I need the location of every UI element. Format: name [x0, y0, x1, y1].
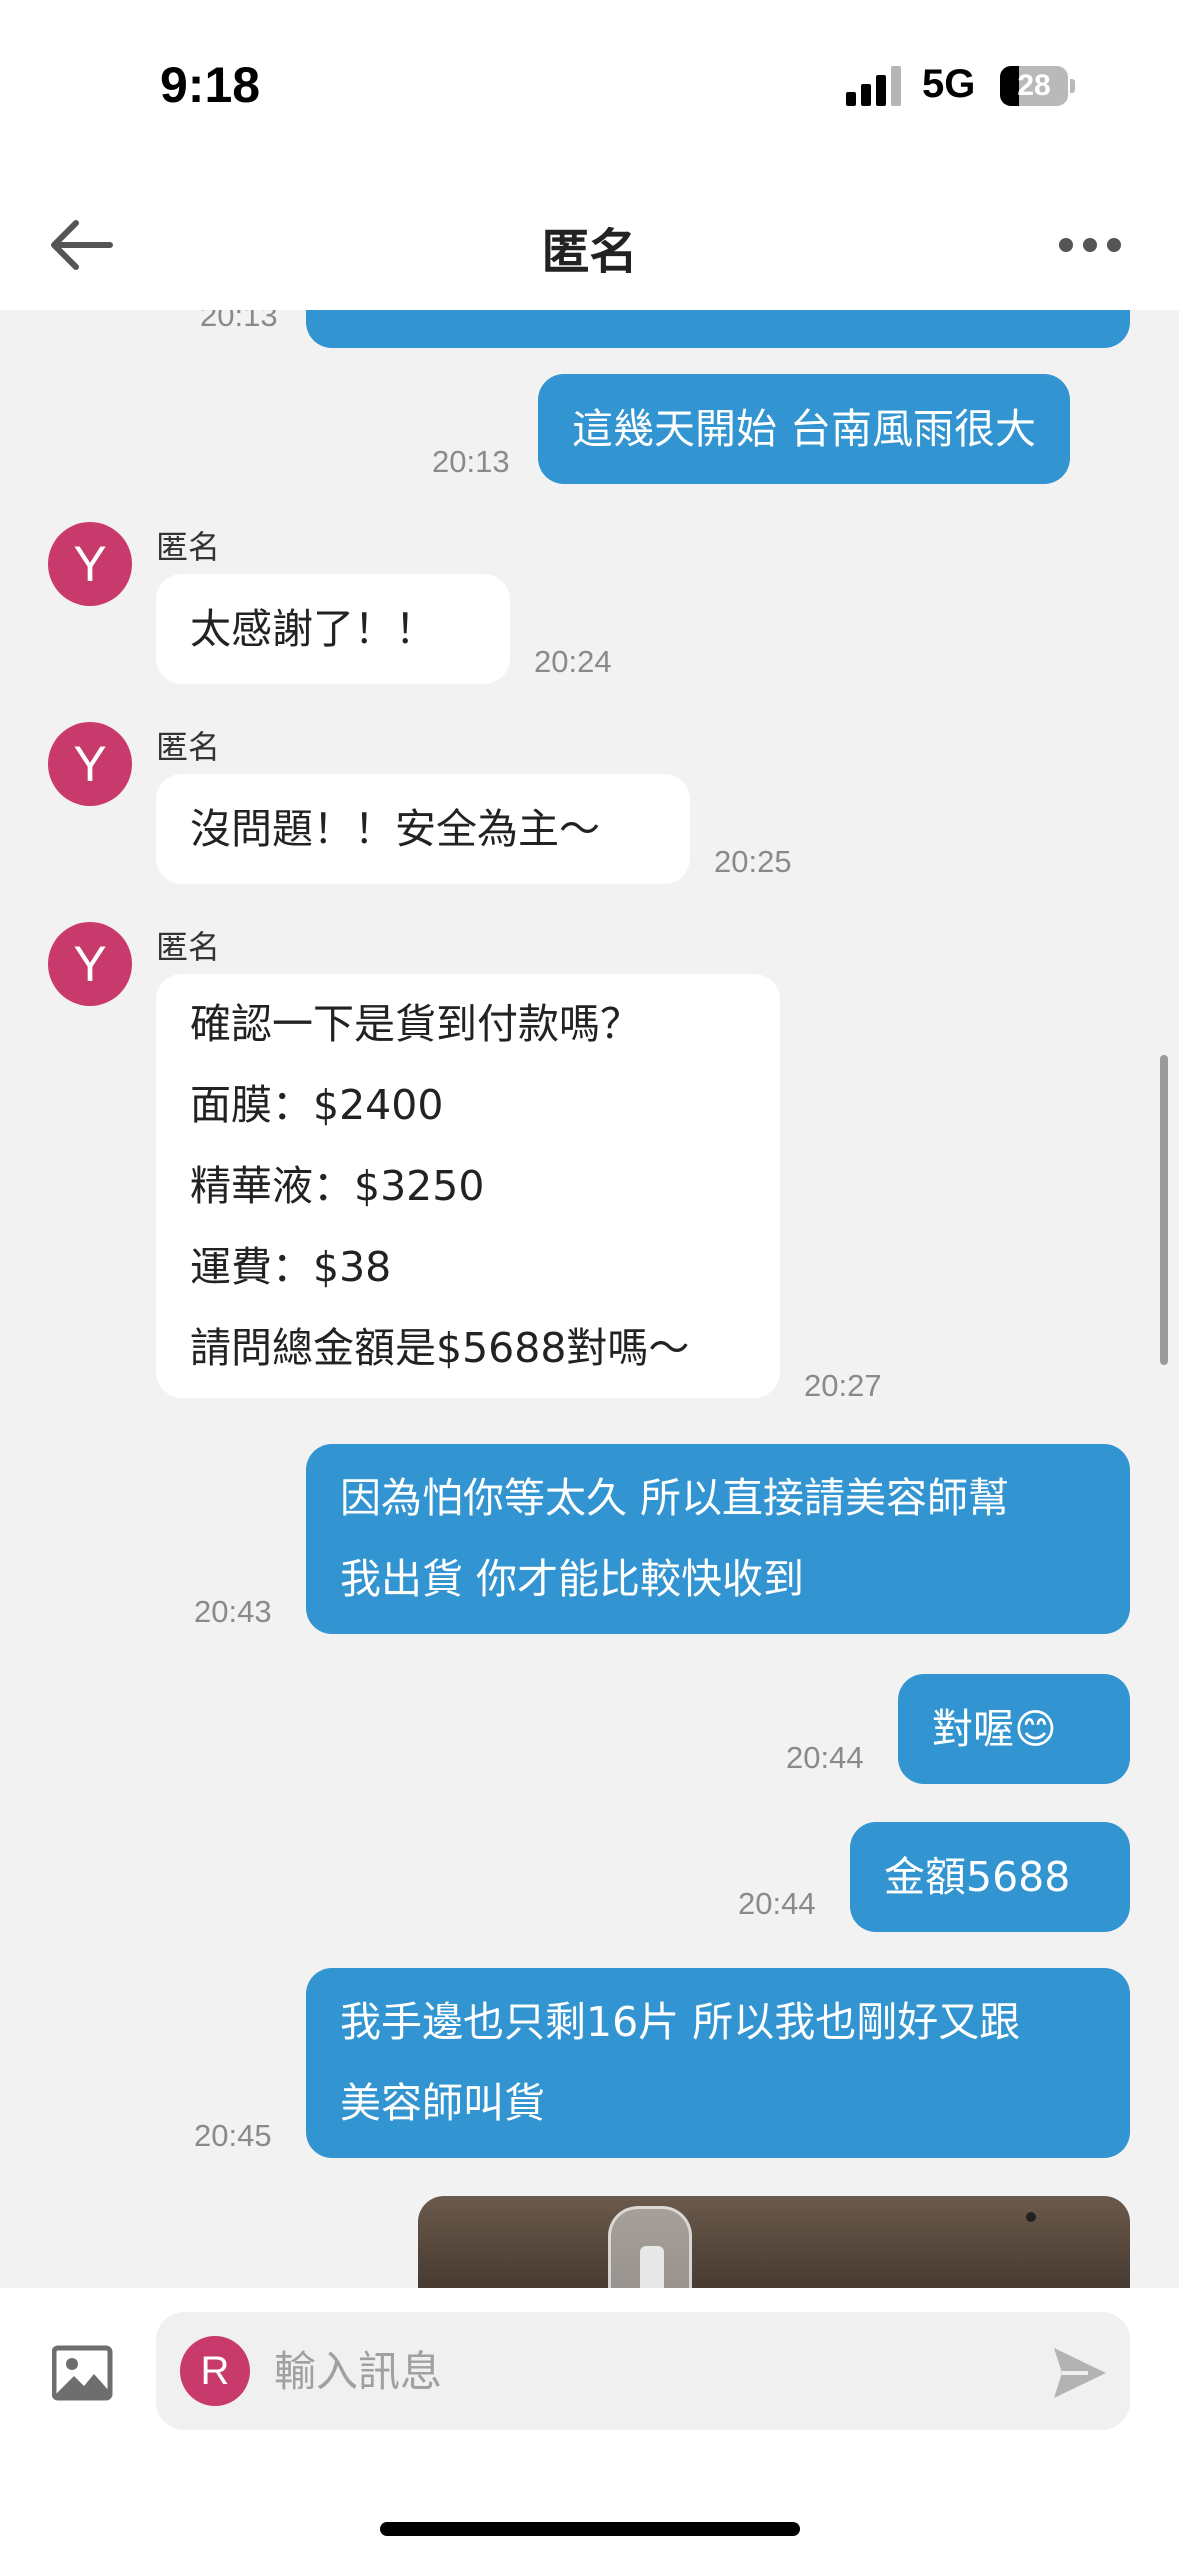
- avatar[interactable]: Y: [48, 722, 132, 806]
- message-time: 20:27: [804, 1368, 882, 1403]
- image-icon: [51, 2345, 113, 2401]
- status-time: 9:18: [160, 57, 261, 113]
- home-indicator: [380, 2522, 800, 2536]
- sender-name: 匿名: [156, 728, 221, 766]
- message-bubble-incoming: 確認一下是貨到付款嗎？ 面膜：$2400 精華液：$3250 運費：$38 請問…: [156, 974, 780, 1398]
- message-bubble-outgoing: 因為怕你等太久 所以直接請美容師幫 我出貨 你才能比較快收到: [306, 1444, 1130, 1634]
- message-time: 20:44: [786, 1740, 864, 1775]
- message-bubble-outgoing: 金額5688: [850, 1822, 1130, 1932]
- network-type: 5G: [922, 62, 976, 106]
- user-avatar[interactable]: R: [180, 2336, 250, 2406]
- message-input[interactable]: [272, 2336, 972, 2406]
- message-bubble-incoming: 沒問題！！安全為主～: [156, 774, 690, 884]
- image-button[interactable]: [51, 2342, 114, 2404]
- message-bubble-outgoing: 這幾天開始 台南風雨很大: [538, 374, 1071, 484]
- message-time: 20:25: [714, 844, 792, 879]
- send-button[interactable]: [1048, 2342, 1110, 2404]
- signal-icon: [846, 66, 901, 106]
- chat-title: 匿名: [541, 224, 638, 280]
- message-bubble-outgoing: 對喔😊: [898, 1674, 1130, 1784]
- message-time: 20:43: [194, 1594, 272, 1629]
- battery-level: 28: [1017, 69, 1051, 102]
- avatar[interactable]: Y: [48, 522, 132, 606]
- image-message[interactable]: [418, 2196, 1130, 2288]
- more-horizontal-icon: [1059, 238, 1121, 252]
- message-time: 20:44: [738, 1886, 816, 1921]
- scrollbar[interactable]: [1160, 1055, 1168, 1365]
- message-time: 20:45: [194, 2118, 272, 2153]
- send-icon: [1054, 2348, 1106, 2398]
- nav-bar: 匿名: [0, 180, 1179, 310]
- message-bubble-incoming: 太感謝了！！: [156, 574, 510, 684]
- more-button[interactable]: [1050, 220, 1130, 270]
- message-bubble-outgoing: 我手邊也只剩16片 所以我也剛好又跟 美容師叫貨: [306, 1968, 1130, 2158]
- sender-name: 匿名: [156, 928, 221, 966]
- message-bubble-outgoing: [306, 310, 1130, 348]
- battery-icon: 28: [1000, 66, 1075, 106]
- message-input-container: R: [156, 2312, 1130, 2430]
- message-time: 20:13: [200, 310, 278, 333]
- avatar[interactable]: Y: [48, 922, 132, 1006]
- chat-area[interactable]: 20:13 這幾天開始 台南風雨很大 20:13 Y 匿名 太感謝了！！ 20:…: [0, 310, 1179, 2288]
- message-time: 20:13: [432, 444, 510, 479]
- input-bar: R: [0, 2288, 1179, 2556]
- message-time: 20:24: [534, 644, 612, 679]
- sender-name: 匿名: [156, 528, 221, 566]
- status-bar: 9:18 5G 28: [0, 0, 1179, 180]
